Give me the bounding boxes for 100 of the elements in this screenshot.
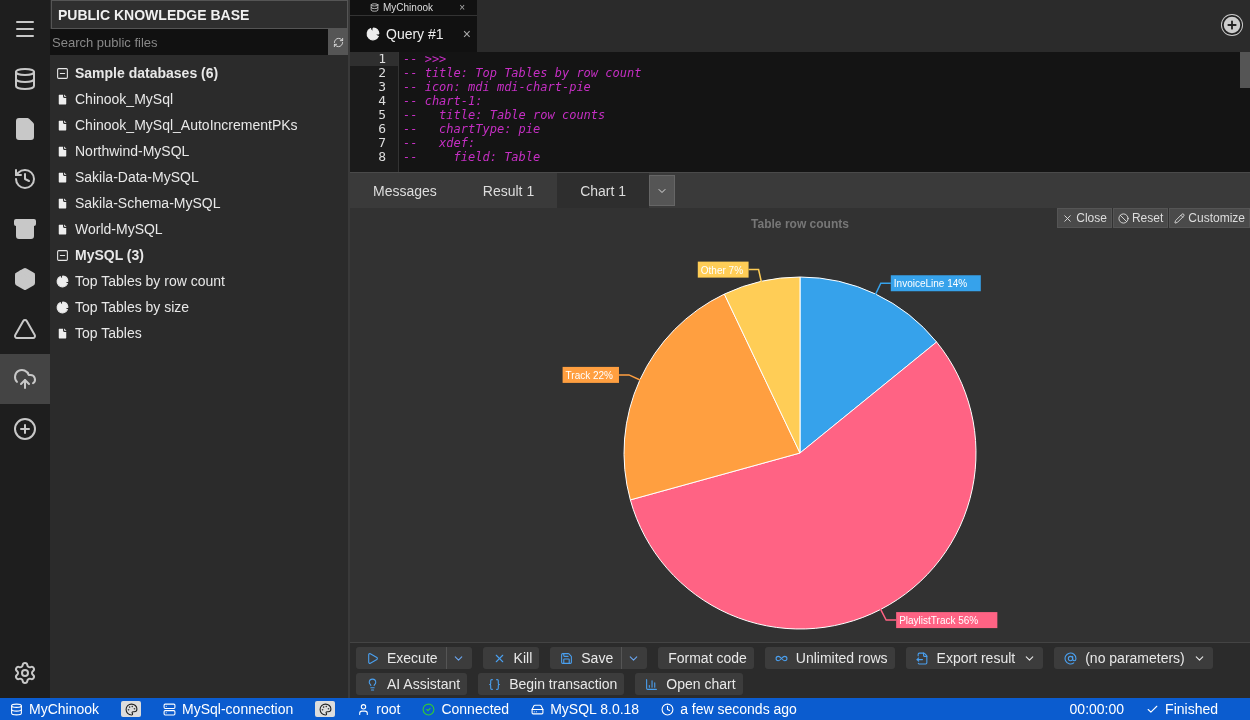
code-line: -- >>> <box>403 52 448 66</box>
toolbar-button[interactable]: AI Assistant <box>356 673 468 695</box>
braces-icon <box>488 677 502 691</box>
tree-item[interactable]: Chinook_MySql_AutoIncrementPKs <box>50 112 348 138</box>
query-tab[interactable]: Query #1 × <box>350 15 477 52</box>
code-line: -- chartType: pie <box>403 122 542 136</box>
split-button[interactable]: Save <box>550 647 648 669</box>
data-label: 22% <box>593 369 614 381</box>
file-icon <box>56 118 69 132</box>
tree-item[interactable]: Sakila-Schema-MySQL <box>50 190 348 216</box>
database-icon <box>370 3 379 12</box>
line-number: 1 <box>350 52 398 66</box>
data-label: 14% <box>947 278 968 290</box>
slice-label: Other 7% <box>697 261 749 278</box>
tree-item[interactable]: World-MySQL <box>50 216 348 242</box>
line-number: 4 <box>377 94 387 108</box>
server-icon <box>163 702 177 716</box>
search-field[interactable]: Search public files <box>50 29 328 55</box>
slice-label: PlaylistTrack 56% <box>896 612 998 629</box>
cloud-upload-icon[interactable] <box>0 354 50 404</box>
toolbar-button[interactable]: Open chart <box>635 673 743 695</box>
tree-folder[interactable]: Sample databases (6) <box>50 60 348 86</box>
line-number: 6 <box>377 122 387 136</box>
code-line: -- xdef: <box>403 136 477 150</box>
file-icon <box>56 170 69 184</box>
code-editor[interactable]: 1 2 3 4 5 6 7 8 -- >>> -- title: Top Tables by row count -- icon: mdi mdi-chart-pie -- chart-1: -- title: Table row counts -- chartType: pie -- xdef: -- field: Table <box>350 52 1250 172</box>
file-icon <box>56 196 69 210</box>
tree-item[interactable]: Top Tables by row count <box>50 268 348 294</box>
slice-label: InvoiceLine 14% <box>890 275 981 292</box>
drive-icon <box>531 702 545 716</box>
tree-item[interactable]: Top Tables by size <box>50 294 348 320</box>
panel-title: PUBLIC KNOWLEDGE BASE <box>51 0 348 29</box>
code-line: -- field: Table <box>403 150 542 164</box>
file-icon <box>56 326 69 340</box>
split-button[interactable]: Execute <box>356 647 472 669</box>
slice-label: Other <box>700 264 727 276</box>
pie-chart-icon <box>366 27 380 41</box>
leader-line <box>747 268 763 285</box>
tree-item[interactable]: Chinook_MySql <box>50 86 348 112</box>
status-item: Finished <box>1146 701 1218 717</box>
leader-line <box>879 606 897 621</box>
toolbar-button[interactable]: Begin transaction <box>478 673 625 695</box>
chart-title: Table row counts <box>751 217 849 231</box>
status-item: MyChinook <box>10 701 100 717</box>
code-line: -- chart-1: <box>403 94 484 108</box>
dropdown-button[interactable]: Export result <box>905 647 1044 669</box>
check-circle-icon <box>422 702 436 716</box>
line-number: 2 <box>377 66 387 80</box>
result-tab[interactable]: Chart 1 <box>557 173 650 208</box>
pencil-icon <box>1174 212 1186 224</box>
line-number: 5 <box>377 108 387 122</box>
pie-chart-icon <box>56 300 69 314</box>
line-number: 3 <box>377 80 387 94</box>
at-sign-icon <box>1064 651 1078 665</box>
palette-icon[interactable] <box>315 701 336 717</box>
pie-chart-icon <box>56 274 69 288</box>
chart-action-button[interactable]: Customize <box>1169 208 1250 228</box>
toolbar-button[interactable]: Kill <box>482 647 540 669</box>
lightbulb-icon <box>366 677 379 691</box>
slice-label: Track 22% <box>562 366 619 383</box>
status-item: 00:00:00 <box>1069 701 1125 717</box>
toolbar-button[interactable]: Unlimited rows <box>764 647 895 669</box>
refresh-button[interactable] <box>328 29 348 55</box>
dropdown-button[interactable]: (no parameters) <box>1054 647 1213 669</box>
tree-item[interactable]: Northwind-MySQL <box>50 138 348 164</box>
code-line: -- title: Top Tables by row count <box>403 66 643 80</box>
refresh-icon <box>332 36 344 48</box>
data-label: 56% <box>958 615 979 627</box>
connection-tab[interactable]: MyChinook × <box>350 0 477 15</box>
toolbar-button[interactable]: Format code <box>658 647 754 669</box>
close-icon <box>1062 212 1074 224</box>
status-item: MySql-connection <box>163 701 294 717</box>
slice-label: PlaylistTrack <box>899 615 957 627</box>
database-icon <box>10 702 23 716</box>
add-tab-button[interactable] <box>1221 14 1243 36</box>
code-line: -- title: Table row counts <box>403 108 607 122</box>
file-icon <box>56 222 69 236</box>
palette-icon[interactable] <box>121 701 142 717</box>
bar-chart-icon <box>645 677 659 691</box>
tree-item[interactable]: Sakila-Data-MySQL <box>50 164 348 190</box>
leader-line <box>874 282 892 297</box>
file-icon <box>56 144 69 158</box>
ban-icon <box>1117 212 1129 224</box>
chart-action-button[interactable]: Reset <box>1112 208 1169 228</box>
status-item: a few seconds ago <box>661 701 797 717</box>
chart-action-button[interactable]: Close <box>1057 208 1112 228</box>
leader-line <box>618 374 643 382</box>
export-icon <box>915 651 929 665</box>
line-number: 7 <box>377 136 387 150</box>
status-item: root <box>357 701 401 717</box>
user-icon <box>357 702 371 716</box>
scrollbar[interactable] <box>1240 52 1250 88</box>
tree-item[interactable]: Top Tables <box>50 320 348 346</box>
data-label: 7% <box>728 264 744 276</box>
status-item: MySQL 8.0.18 <box>531 701 640 717</box>
tree-folder[interactable]: MySQL (3) <box>50 242 348 268</box>
save-icon <box>560 651 574 665</box>
file-icon <box>56 92 69 106</box>
line-number: 8 <box>377 150 387 164</box>
slice-label: InvoiceLine <box>893 278 945 290</box>
